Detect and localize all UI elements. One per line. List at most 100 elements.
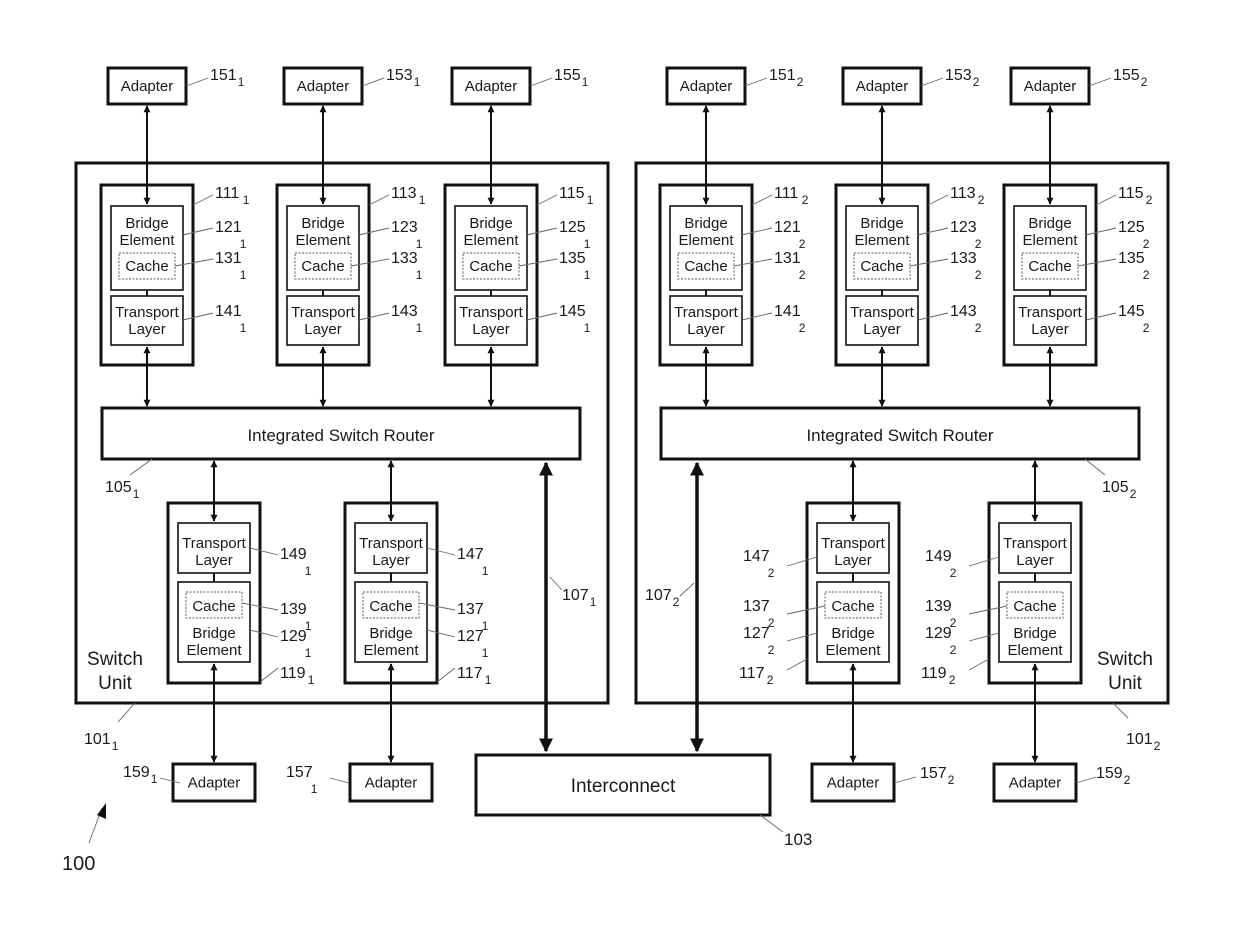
adapter[interactable]: Adapter (1009, 66, 1091, 106)
transport-layer-label: Transport (821, 535, 885, 552)
leader-line (529, 77, 553, 87)
ref-subscript: 1 (584, 321, 591, 335)
switch-unit-label: Unit (1108, 673, 1143, 694)
adapter-label: Adapter (680, 78, 733, 95)
bridge-element-label: Bridge (125, 215, 168, 232)
ref-number: 131 (774, 250, 801, 267)
interconnect[interactable]: Interconnect (474, 753, 772, 817)
adapter[interactable]: Adapter (810, 762, 896, 803)
adapter-label: Adapter (188, 775, 241, 792)
ref-subscript: 1 (240, 268, 247, 282)
cache-label: Cache (684, 258, 727, 275)
adapter[interactable]: Adapter (348, 762, 434, 803)
leader-line (117, 702, 136, 723)
adapter[interactable]: Adapter (171, 762, 257, 803)
ref-subscript: 2 (1130, 487, 1137, 501)
ref-number: 133 (950, 250, 977, 267)
ref-adapter: 157 2 (920, 765, 955, 787)
ref-adapter: 155 2 (1113, 67, 1148, 89)
ref-number: 105 (1102, 479, 1129, 496)
transport-layer-label: Transport (359, 535, 423, 552)
adapter[interactable]: Adapter (450, 66, 532, 106)
ref-subscript: 2 (973, 75, 980, 89)
ref-subscript: 2 (950, 643, 957, 657)
ref-adapter: 1571 (286, 764, 318, 796)
ref-number: 133 (391, 250, 418, 267)
bridge-element-label: Element (854, 232, 910, 249)
adapter[interactable]: Adapter (665, 66, 747, 106)
interconnect-label: Interconnect (571, 776, 676, 797)
ref-number: 141 (215, 303, 242, 320)
ref-subscript: 1 (151, 772, 158, 786)
ref-subscript: 1 (305, 646, 312, 660)
adapter-label: Adapter (297, 78, 350, 95)
transport-layer-label: Layer (304, 321, 342, 338)
ref-adapter: 151 2 (769, 67, 804, 89)
integrated-switch-router[interactable]: Integrated Switch Router (659, 406, 1141, 461)
leader-line (1088, 77, 1112, 87)
ref-number: 111 (774, 185, 798, 202)
ref-subscript: 1 (419, 193, 426, 207)
ref-subscript: 1 (414, 75, 421, 89)
ref-subscript: 1 (587, 193, 594, 207)
leader-line (361, 77, 385, 87)
switch-unit-label: Unit (98, 673, 133, 694)
ref-number: 139 (925, 598, 952, 615)
bridge-element-label: Bridge (1028, 215, 1071, 232)
ref-number: 159 (123, 764, 150, 781)
ref-adapter: 159 1 (123, 764, 158, 786)
ref-subscript: 2 (948, 773, 955, 787)
adapter[interactable]: Adapter (841, 66, 923, 106)
adapter[interactable]: Adapter (106, 66, 188, 106)
adapter-label: Adapter (121, 78, 174, 95)
bridge-element-label: Element (119, 232, 175, 249)
ref-subscript: 1 (243, 193, 250, 207)
transport-layer-label: Transport (115, 304, 179, 321)
adapter-label: Adapter (856, 78, 909, 95)
cache-label: Cache (860, 258, 903, 275)
ref-subscript: 1 (238, 75, 245, 89)
ref-number: 151 (769, 67, 796, 84)
transport-layer-label: Transport (1018, 304, 1082, 321)
ref-subscript: 1 (482, 646, 489, 660)
bridge-element-label: Bridge (469, 215, 512, 232)
ref-switch-unit: 101 1 (84, 731, 119, 753)
transport-layer-label: Layer (687, 321, 725, 338)
ref-adapter: 159 2 (1096, 765, 1131, 787)
transport-layer-label: Layer (372, 552, 410, 569)
ref-adapter: 155 1 (554, 67, 589, 89)
ref-number: 149 (925, 548, 952, 565)
ref-number: 137 (743, 598, 770, 615)
ref-subscript: 2 (1141, 75, 1148, 89)
cache-label: Cache (831, 598, 874, 615)
ref-number: 115 (559, 185, 585, 202)
system-diagram: Switch Unit Integrated Switch Router Bridge… (62, 66, 1170, 875)
bridge-element-label: Bridge (860, 215, 903, 232)
cache-label: Cache (1013, 598, 1056, 615)
leader-line (893, 776, 917, 784)
integrated-switch-router[interactable]: Integrated Switch Router (100, 406, 582, 461)
ref-number: 121 (774, 219, 801, 236)
ref-subscript: 2 (1154, 739, 1161, 753)
ref-subscript: 1 (584, 237, 591, 251)
ref-number: 157 (286, 764, 313, 781)
ref-subscript: 2 (797, 75, 804, 89)
leader-line (329, 777, 350, 784)
transport-layer-label: Transport (182, 535, 246, 552)
ref-subscript: 1 (311, 782, 318, 796)
ref-subscript: 1 (112, 739, 119, 753)
adapter-label: Adapter (1024, 78, 1077, 95)
adapter[interactable]: Adapter (282, 66, 364, 106)
transport-layer-label: Layer (863, 321, 901, 338)
bridge-element-label: Bridge (831, 625, 874, 642)
leader-line (1075, 776, 1097, 784)
adapter[interactable]: Adapter (992, 762, 1078, 803)
cache-label: Cache (301, 258, 344, 275)
ref-number: 147 (743, 548, 770, 565)
transport-layer-label: Layer (834, 552, 872, 569)
ref-adapter: 153 2 (945, 67, 980, 89)
ref-number: 107 (645, 587, 672, 604)
bridge-element-label: Element (678, 232, 734, 249)
bridge-element-label: Bridge (1013, 625, 1056, 642)
ref-number: 113 (950, 185, 976, 202)
